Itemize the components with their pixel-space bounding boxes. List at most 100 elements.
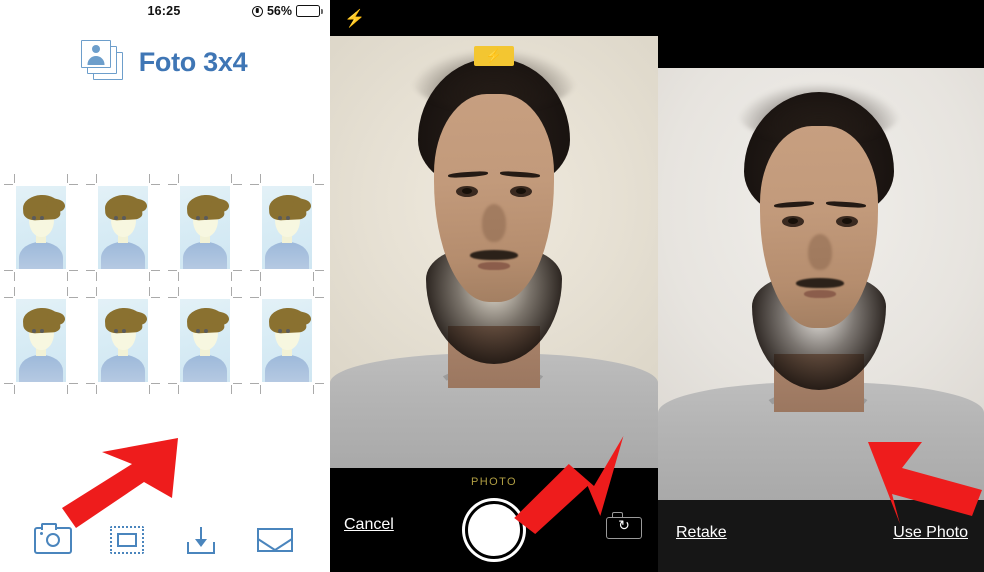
photo-cell[interactable] [86,287,160,394]
crop-mark [233,297,242,298]
panel-camera-capture: ⚡ ⚡ PHOTO Cancel ↻ [330,0,658,572]
crop-mark [69,383,78,384]
camera-flip-icon: ↻ [618,517,630,533]
crop-mark [231,287,232,296]
crop-mark [149,272,150,281]
crop-mark [315,383,324,384]
crop-mark [69,297,78,298]
app-toolbar [0,518,328,562]
crop-mark [313,385,314,394]
status-bar: 16:25 56% [0,0,328,22]
photo-cell[interactable] [250,287,324,394]
retake-button[interactable]: Retake [676,524,727,542]
camera-viewfinder[interactable]: ⚡ [330,36,658,468]
camera-mode-label[interactable]: PHOTO [471,476,517,488]
crop-mark [260,287,261,296]
frame-icon [110,526,144,554]
crop-mark [178,385,179,394]
crop-mark [14,272,15,281]
passport-photo-placeholder [180,299,230,382]
cancel-button[interactable]: Cancel [344,516,394,534]
crop-mark [149,385,150,394]
page-title: Foto 3x4 [138,46,248,77]
crop-mark [315,184,324,185]
crop-mark [315,297,324,298]
crop-mark [96,385,97,394]
preview-subject-photo [658,68,984,500]
crop-mark [67,385,68,394]
download-icon [187,526,215,554]
crop-mark [260,174,261,183]
crop-mark [231,385,232,394]
camera-bottom-bar: PHOTO Cancel ↻ [330,468,658,572]
photo-cell[interactable] [168,174,242,281]
crop-mark [313,174,314,183]
crop-mark [14,385,15,394]
crop-mark [178,174,179,183]
crop-mark [168,270,177,271]
camera-top-bar: ⚡ [330,0,658,36]
passport-photo-placeholder [16,186,66,269]
crop-mark [67,272,68,281]
flash-bolt-icon[interactable]: ⚡ [344,10,365,27]
passport-photo-placeholder [98,299,148,382]
crop-mark [4,184,13,185]
crop-mark [151,184,160,185]
camera-subject-photo [330,36,658,468]
crop-mark [250,297,259,298]
photo-cell[interactable] [250,174,324,281]
crop-mark [168,297,177,298]
crop-mark [313,287,314,296]
crop-mark [151,383,160,384]
preview-bottom-bar: Retake Use Photo [658,500,984,572]
photo-cell[interactable] [86,174,160,281]
crop-mark [149,174,150,183]
photo-cell[interactable] [4,287,78,394]
frame-button[interactable] [102,518,152,562]
crop-mark [233,383,242,384]
status-right-group: 56% [251,0,323,22]
shutter-button[interactable] [465,501,523,559]
preview-image [658,68,984,500]
crop-mark [96,174,97,183]
crop-mark [168,383,177,384]
crop-mark [14,174,15,183]
crop-mark [250,270,259,271]
crop-mark [315,270,324,271]
photo-cell[interactable] [168,287,242,394]
crop-mark [260,272,261,281]
crop-mark [86,297,95,298]
camera-flip-button[interactable]: ↻ [606,512,642,539]
crop-mark [231,272,232,281]
battery-icon [296,5,323,17]
crop-mark [67,287,68,296]
crop-mark [86,270,95,271]
envelope-icon [257,528,293,552]
crop-mark [96,272,97,281]
photo-stack-icon [80,40,125,84]
crop-mark [4,270,13,271]
email-button[interactable] [250,518,300,562]
crop-mark [67,174,68,183]
save-button[interactable] [176,518,226,562]
panel-app-foto3x4: 16:25 56% Foto 3x4 [0,0,328,572]
crop-mark [86,184,95,185]
crop-mark [168,184,177,185]
crop-mark [313,272,314,281]
crop-mark [178,272,179,281]
crop-mark [233,184,242,185]
flash-status-badge[interactable]: ⚡ [474,46,514,66]
crop-mark [14,287,15,296]
crop-mark [149,287,150,296]
crop-mark [151,270,160,271]
use-photo-button[interactable]: Use Photo [893,524,968,542]
crop-mark [69,184,78,185]
crop-mark [178,287,179,296]
crop-mark [86,383,95,384]
photo-sheet[interactable] [4,174,324,394]
orientation-lock-icon [251,5,263,17]
crop-mark [4,383,13,384]
camera-button[interactable] [28,518,78,562]
passport-photo-placeholder [98,186,148,269]
photo-cell[interactable] [4,174,78,281]
